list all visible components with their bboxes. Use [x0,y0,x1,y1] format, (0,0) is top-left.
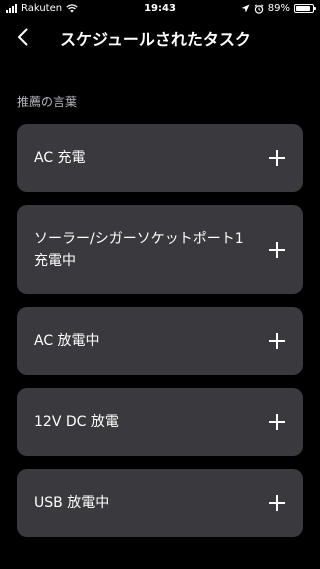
plus-icon[interactable] [269,333,285,349]
status-bar: Rakuten 19:43 89% [0,0,320,18]
section-label: 推薦の言葉 [17,95,78,109]
task-card-ac-charge[interactable]: AC 充電 [17,124,303,192]
chevron-left-icon [17,28,27,46]
task-label: USB 放電中 [34,495,110,511]
back-button[interactable] [10,24,34,50]
plus-icon[interactable] [269,495,285,511]
task-card-solar-charge[interactable]: ソーラー/シガーソケットポート1 充電中 [17,205,303,294]
task-list: AC 充電 ソーラー/シガーソケットポート1 充電中 AC 放電中 12V DC… [17,124,303,550]
task-label: ソーラー/シガーソケットポート1 充電中 [34,230,244,269]
task-card-ac-discharge[interactable]: AC 放電中 [17,307,303,375]
plus-icon[interactable] [269,150,285,166]
page-title: スケジュールされたタスク [60,30,251,49]
task-card-usb-discharge[interactable]: USB 放電中 [17,469,303,537]
battery-fill [296,6,311,11]
battery-icon [294,4,316,13]
task-label: AC 放電中 [34,333,100,349]
alarm-icon [254,3,264,14]
header: スケジュールされたタスク [0,22,320,52]
task-label: AC 充電 [34,150,86,166]
task-card-12v-dc-discharge[interactable]: 12V DC 放電 [17,388,303,456]
battery-percent: 89% [267,3,290,14]
plus-icon[interactable] [269,241,285,258]
status-right: 89% [241,3,316,14]
task-label: 12V DC 放電 [34,414,119,430]
plus-icon[interactable] [269,414,285,430]
location-icon [241,4,250,13]
